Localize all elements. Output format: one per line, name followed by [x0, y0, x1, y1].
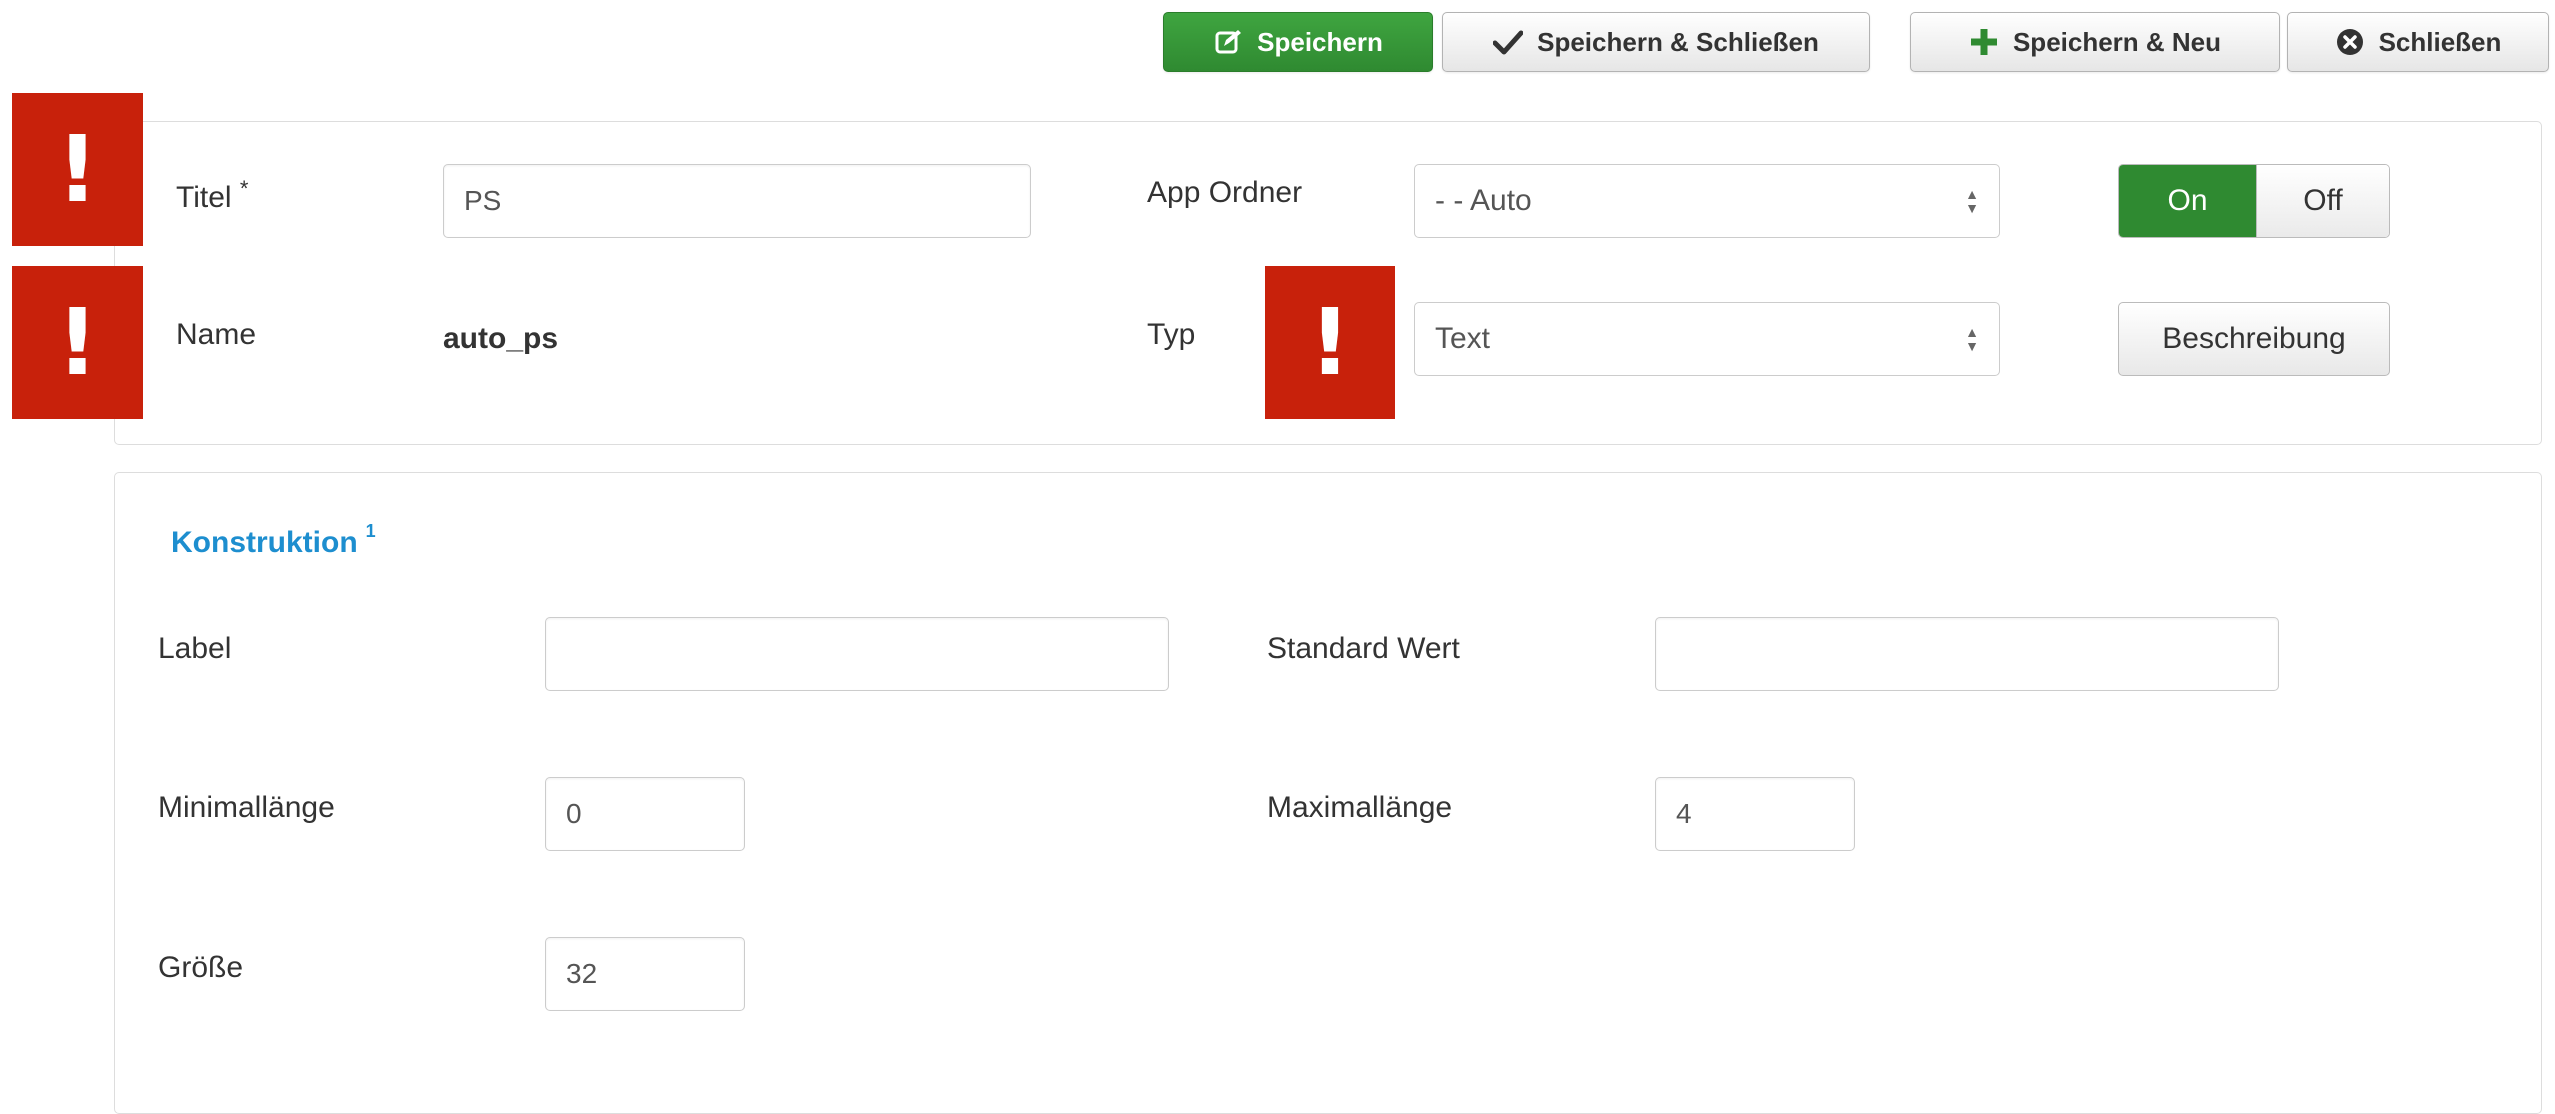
title-label: Titel *: [176, 176, 248, 215]
name-label: Name: [176, 318, 257, 351]
save-new-button[interactable]: Speichern & Neu: [1910, 12, 2280, 72]
save-button[interactable]: Speichern: [1163, 12, 1433, 72]
label-label: Label: [158, 632, 232, 665]
toggle-off-button[interactable]: Off: [2256, 165, 2389, 237]
app-folder-value: - - Auto: [1435, 184, 1532, 217]
default-value-label: Standard Wert: [1267, 632, 1460, 665]
min-length-value: 0: [566, 798, 582, 829]
title-input-value: PS: [464, 185, 502, 216]
select-arrows-icon: ▲ ▼: [1965, 324, 1979, 354]
default-value-input[interactable]: [1655, 617, 2279, 691]
warning-icon: !: [1265, 266, 1395, 419]
type-value: Text: [1435, 322, 1491, 355]
save-new-button-label: Speichern & Neu: [2012, 26, 2222, 57]
construction-title-text: Konstruktion: [171, 526, 358, 559]
description-button[interactable]: Beschreibung: [2118, 302, 2390, 376]
max-length-input[interactable]: 4: [1655, 777, 1855, 851]
app-folder-select[interactable]: - - Auto ▲ ▼: [1414, 164, 2000, 238]
min-length-label: Minimallänge: [158, 791, 335, 824]
edit-icon: [1213, 27, 1243, 57]
close-button-label: Schließen: [2378, 26, 2502, 57]
published-toggle[interactable]: On Off: [2118, 164, 2390, 238]
warning-icon: !: [12, 93, 143, 246]
close-circle-icon: [2335, 27, 2365, 57]
select-arrows-icon: ▲ ▼: [1965, 186, 1979, 216]
title-input[interactable]: PS: [443, 164, 1031, 238]
min-length-input[interactable]: 0: [545, 777, 745, 851]
footnote-marker: 1: [365, 521, 376, 541]
check-icon: [1493, 27, 1524, 57]
max-length-label: Maximallänge: [1267, 791, 1453, 824]
size-value: 32: [566, 958, 598, 989]
save-close-button-label: Speichern & Schließen: [1537, 26, 1819, 57]
warning-icon: !: [12, 266, 143, 419]
type-label: Typ: [1147, 318, 1196, 351]
name-value: auto_ps: [443, 322, 559, 355]
app-folder-label: App Ordner: [1147, 176, 1303, 209]
size-label: Größe: [158, 951, 244, 984]
required-marker: *: [239, 176, 249, 201]
toggle-on-button[interactable]: On: [2119, 165, 2256, 237]
type-select[interactable]: Text ▲ ▼: [1414, 302, 2000, 376]
size-input[interactable]: 32: [545, 937, 745, 1011]
construction-title: Konstruktion 1: [171, 521, 376, 560]
save-button-label: Speichern: [1257, 26, 1383, 57]
max-length-value: 4: [1676, 798, 1692, 829]
save-close-button[interactable]: Speichern & Schließen: [1442, 12, 1870, 72]
close-button[interactable]: Schließen: [2287, 12, 2549, 72]
title-label-text: Titel: [176, 181, 232, 214]
label-input[interactable]: [545, 617, 1169, 691]
plus-icon: [1969, 27, 1999, 57]
